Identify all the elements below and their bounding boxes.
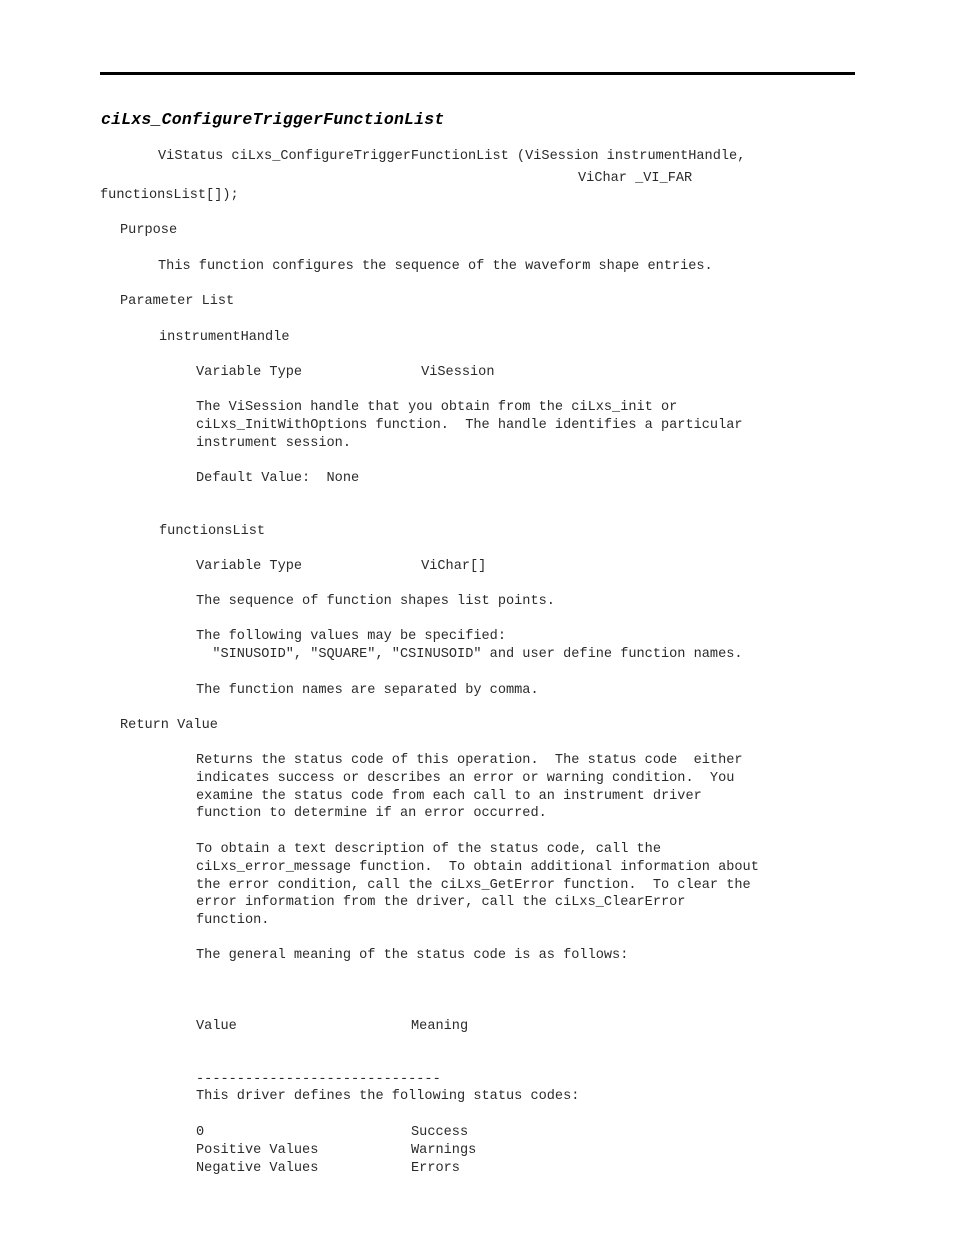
- signature-line-2: ViChar _VI_FAR: [578, 171, 693, 186]
- table-row: Negative Values Errors: [196, 1160, 476, 1178]
- table-separator-rule: ------------------------------: [196, 1071, 441, 1087]
- purpose-body: This function configures the sequence of…: [158, 259, 713, 274]
- cell-meaning: Success: [411, 1125, 469, 1141]
- table-row: Positive Values Warnings: [196, 1142, 476, 1160]
- cell-value: Negative Values: [196, 1160, 319, 1176]
- section-heading-parameter-list: Parameter List: [120, 294, 235, 309]
- variable-type-label: Variable Type: [196, 559, 303, 574]
- table-header-row: Value Meaning: [196, 1018, 468, 1036]
- parameter-values-intro: The following values may be specified:: [196, 629, 506, 644]
- variable-type-value: ViSession: [421, 365, 495, 380]
- status-table-head: Value Meaning: [196, 1018, 468, 1036]
- cell-value: 0: [196, 1125, 205, 1141]
- variable-type-row-instrumenthandle: Variable Type ViSession: [196, 364, 494, 382]
- return-value-paragraph-2: To obtain a text description of the stat…: [196, 842, 759, 929]
- signature-line-3: functionsList[]);: [100, 188, 239, 203]
- return-value-paragraph-1: Returns the status code of this operatio…: [196, 753, 743, 822]
- variable-type-value: ViChar[]: [421, 559, 487, 574]
- parameter-name-functionslist: functionsList: [159, 524, 266, 539]
- parameter-description-functionslist: The sequence of function shapes list poi…: [196, 594, 555, 609]
- parameter-description-instrumenthandle: The ViSession handle that you obtain fro…: [196, 400, 743, 451]
- section-heading-return-value: Return Value: [120, 718, 218, 733]
- signature-line-1: ViStatus ciLxs_ConfigureTriggerFunctionL…: [158, 149, 746, 164]
- parameter-separator-note: The function names are separated by comm…: [196, 683, 539, 698]
- parameter-default-value-instrumenthandle: Default Value: None: [196, 471, 360, 486]
- parameter-name-instrumenthandle: instrumentHandle: [159, 330, 290, 345]
- cell-meaning: Errors: [411, 1160, 460, 1176]
- status-table-body: 0 Success Positive Values Warnings Negative …: [196, 1124, 476, 1177]
- header-rule: [100, 72, 855, 75]
- column-header-value: Value: [196, 1018, 237, 1034]
- document-page: ciLxs_ConfigureTriggerFunctionList ViSta…: [0, 0, 954, 1235]
- return-value-paragraph-3: The general meaning of the status code i…: [196, 948, 629, 963]
- return-value-closing: This driver defines the following status…: [196, 1089, 580, 1104]
- cell-meaning: Warnings: [411, 1143, 477, 1159]
- table-row: 0 Success: [196, 1124, 476, 1142]
- status-table-body-wrapper: 0 Success Positive Values Warnings Negative …: [196, 1124, 476, 1177]
- cell-value: Positive Values: [196, 1143, 319, 1159]
- parameter-values-line: "SINUSOID", "SQUARE", "CSINUSOID" and us…: [196, 647, 743, 662]
- column-header-meaning: Meaning: [411, 1018, 469, 1034]
- section-heading-purpose: Purpose: [120, 223, 178, 238]
- page-title: ciLxs_ConfigureTriggerFunctionList: [101, 110, 445, 129]
- status-table: Value Meaning: [196, 1018, 468, 1036]
- variable-type-label: Variable Type: [196, 365, 303, 380]
- variable-type-row-functionslist: Variable Type ViChar[]: [196, 558, 486, 576]
